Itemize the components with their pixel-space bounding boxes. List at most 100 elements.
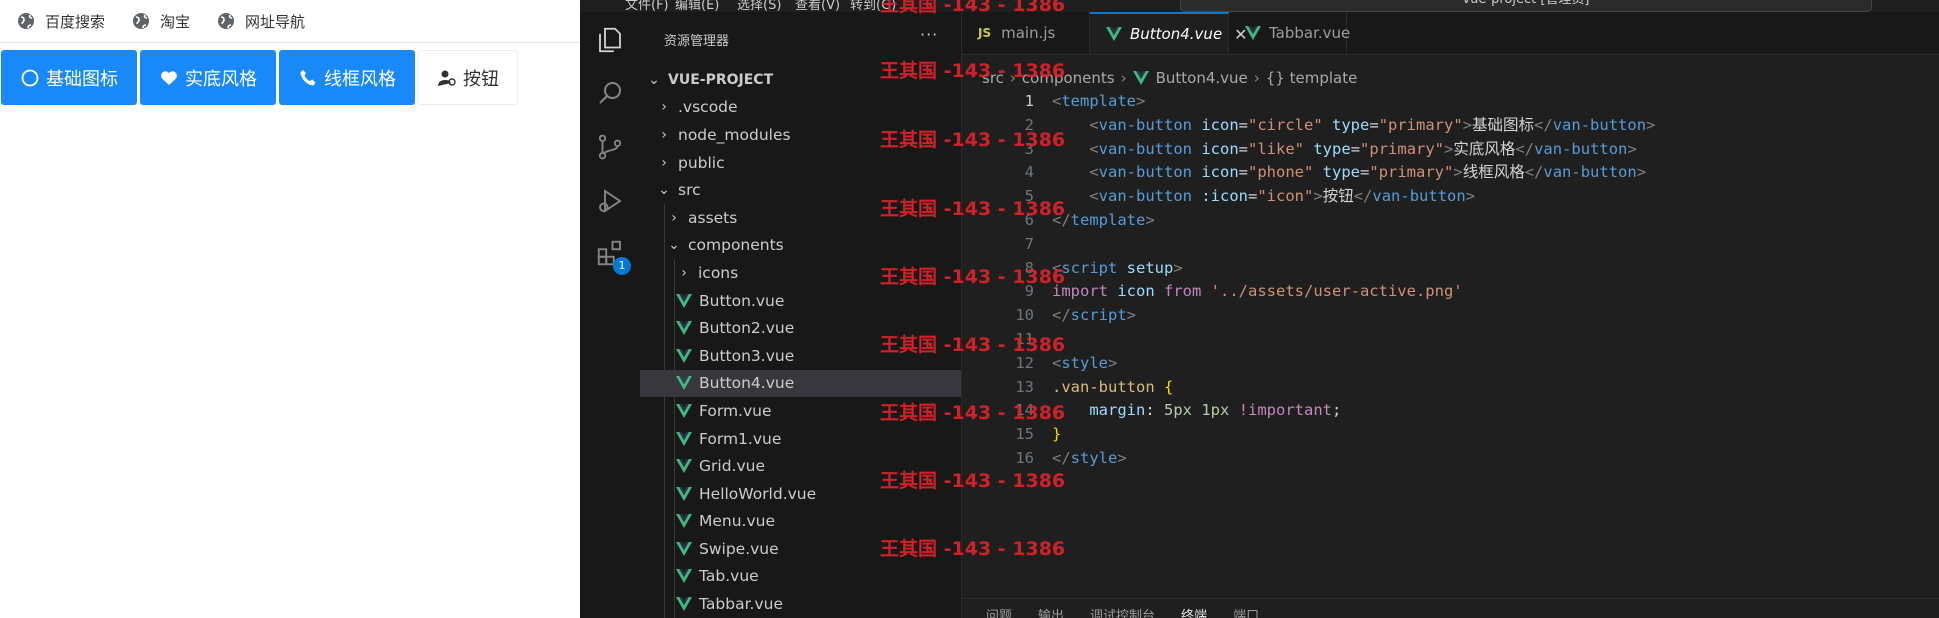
tree-item[interactable]: Button2.vue [640, 314, 961, 342]
explorer-activity-icon[interactable] [580, 15, 640, 65]
line-source: <van-button :icon="icon">按钮</van-button> [1052, 185, 1475, 209]
bookmark-1[interactable]: 百度搜索 [16, 11, 105, 32]
panel-tab[interactable]: 输出 [1038, 605, 1064, 618]
code-token: </ [1052, 448, 1071, 467]
editor-tab[interactable]: Button4.vue ✕ [1090, 12, 1248, 54]
browser-page: 百度搜索 淘宝 网址导航 基础图标 实底风格 线框风格 按钮 [0, 0, 580, 618]
tree-item-label: Form.vue [699, 401, 772, 420]
indent-guide [674, 535, 675, 563]
editor-tab[interactable]: Tabbar.vue [1229, 12, 1350, 54]
tree-item[interactable]: Form.vue [640, 397, 961, 425]
code-token: = [1238, 139, 1249, 158]
indent-guide [664, 203, 665, 232]
line-number: 16 [1015, 448, 1034, 467]
tab-label: main.js [1001, 24, 1056, 42]
tree-item[interactable]: ⌄ components [640, 231, 961, 260]
line-source: <template> [1052, 90, 1145, 114]
source-control-icon[interactable] [580, 122, 640, 172]
explorer-title: 资源管理器 [664, 34, 730, 49]
extensions-badge: 1 [613, 257, 631, 275]
tree-item[interactable]: Grid.vue [640, 452, 961, 480]
code-token: margin [1052, 401, 1146, 420]
code-line: 16 </style> [962, 447, 1939, 471]
indent-guide [674, 369, 675, 398]
tree-item[interactable]: Form1.vue [640, 424, 961, 453]
tree-item[interactable]: Tabbar.vue [640, 590, 961, 618]
bookmark-2[interactable]: 淘宝 [131, 11, 190, 32]
code-token: .van-button [1052, 377, 1155, 396]
explorer-root[interactable]: ⌄ VUE-PROJECT [640, 66, 961, 94]
chevron-right-icon: › [661, 126, 667, 143]
code-token: "primary" [1378, 115, 1463, 134]
panel-tab[interactable]: 端口 [1233, 605, 1259, 618]
van-button-4[interactable]: 按钮 [418, 50, 518, 105]
van-button-2[interactable]: 实底风格 [140, 50, 276, 105]
tree-item[interactable]: › .vscode [640, 94, 961, 122]
tree-item-label: Button4.vue [699, 374, 795, 393]
code-line: 15} [962, 423, 1939, 447]
tree-item[interactable]: HelloWorld.vue [640, 479, 961, 508]
tree-item-label: components [688, 236, 784, 255]
run-debug-icon[interactable] [580, 176, 640, 226]
code-token: </ [1052, 306, 1071, 325]
van-button-3[interactable]: 线框风格 [279, 50, 415, 105]
code-token: > [1126, 306, 1137, 325]
tree-item[interactable]: Button.vue [640, 286, 961, 315]
tree-item-label: public [678, 153, 725, 172]
tree-item[interactable]: ⌄ src [640, 176, 961, 204]
indent-guide [664, 452, 665, 480]
panel-tab[interactable]: 调试控制台 [1090, 605, 1155, 618]
tree-item[interactable]: Swipe.vue [640, 535, 961, 563]
tree-item[interactable]: › icons [640, 259, 961, 287]
menu-item[interactable]: 查看(V) [795, 0, 840, 12]
search-icon[interactable] [580, 68, 640, 118]
explorer-more-icon[interactable]: ··· [920, 25, 938, 44]
code-token: > [1453, 163, 1463, 182]
command-center[interactable]: vue-project [管理员] [1180, 0, 1872, 12]
code-token: van-button [1098, 187, 1192, 206]
line-number: 5 [1024, 187, 1034, 206]
panel-tab[interactable]: 终端 [1181, 605, 1207, 618]
van-button-1[interactable]: 基础图标 [1, 50, 137, 105]
line-source: <van-button icon="circle" type="primary"… [1052, 114, 1655, 138]
tree-item[interactable]: Menu.vue [640, 507, 961, 536]
editor-tab[interactable]: JS main.js [962, 12, 1090, 54]
code-token: > [1108, 353, 1118, 372]
code-token: { [1164, 377, 1174, 396]
tree-item[interactable]: Button4.vue [640, 369, 961, 398]
bookmark-3[interactable]: 网址导航 [216, 11, 305, 32]
menu-item[interactable]: 转到(G) [850, 0, 896, 12]
chevron-right-icon: › [1120, 69, 1127, 87]
tree-item[interactable]: Button3.vue [640, 341, 961, 370]
code-view[interactable]: 1 <template> 2 <van-button icon="circle" t… [962, 90, 1939, 471]
button-label: 实底风格 [185, 68, 257, 90]
code-token: import [1052, 282, 1108, 301]
breadcrumb-item[interactable]: Button4.vue [1156, 69, 1248, 87]
chevron-right-icon: › [1009, 69, 1016, 87]
code-token: "like" [1248, 139, 1305, 158]
indent-guide [664, 590, 665, 618]
menu-item[interactable]: 编辑(E) [675, 0, 719, 12]
menu-item[interactable]: 选择(S) [737, 0, 781, 12]
js-file-icon: JS [978, 26, 992, 40]
tree-item[interactable]: Tab.vue [640, 562, 961, 591]
code-token: 基础图标 [1472, 115, 1535, 134]
code-token: </ [1534, 115, 1553, 134]
tree-item-label: HelloWorld.vue [699, 484, 817, 503]
code-token: > [1117, 448, 1127, 467]
tree-item[interactable]: › public [640, 149, 961, 177]
panel-tab[interactable]: 问题 [986, 605, 1012, 618]
extensions-icon[interactable]: 1 [580, 228, 640, 278]
breadcrumb-item[interactable]: {} template [1266, 69, 1358, 87]
code-token: </ [1515, 139, 1535, 158]
menu-item[interactable]: 文件(F) [625, 0, 669, 12]
tree-item[interactable]: › assets [640, 203, 961, 232]
breadcrumb-item[interactable]: src [982, 69, 1004, 87]
code-token: </ [1524, 163, 1544, 182]
breadcrumb-item[interactable]: components [1022, 69, 1115, 87]
line-number: 8 [1024, 258, 1034, 277]
explorer-sidebar: 资源管理器 ··· ⌄ VUE-PROJECT › .vscode › node_modu… [640, 12, 962, 618]
tree-item[interactable]: › node_modules [640, 121, 961, 149]
code-token: template [1070, 210, 1146, 229]
